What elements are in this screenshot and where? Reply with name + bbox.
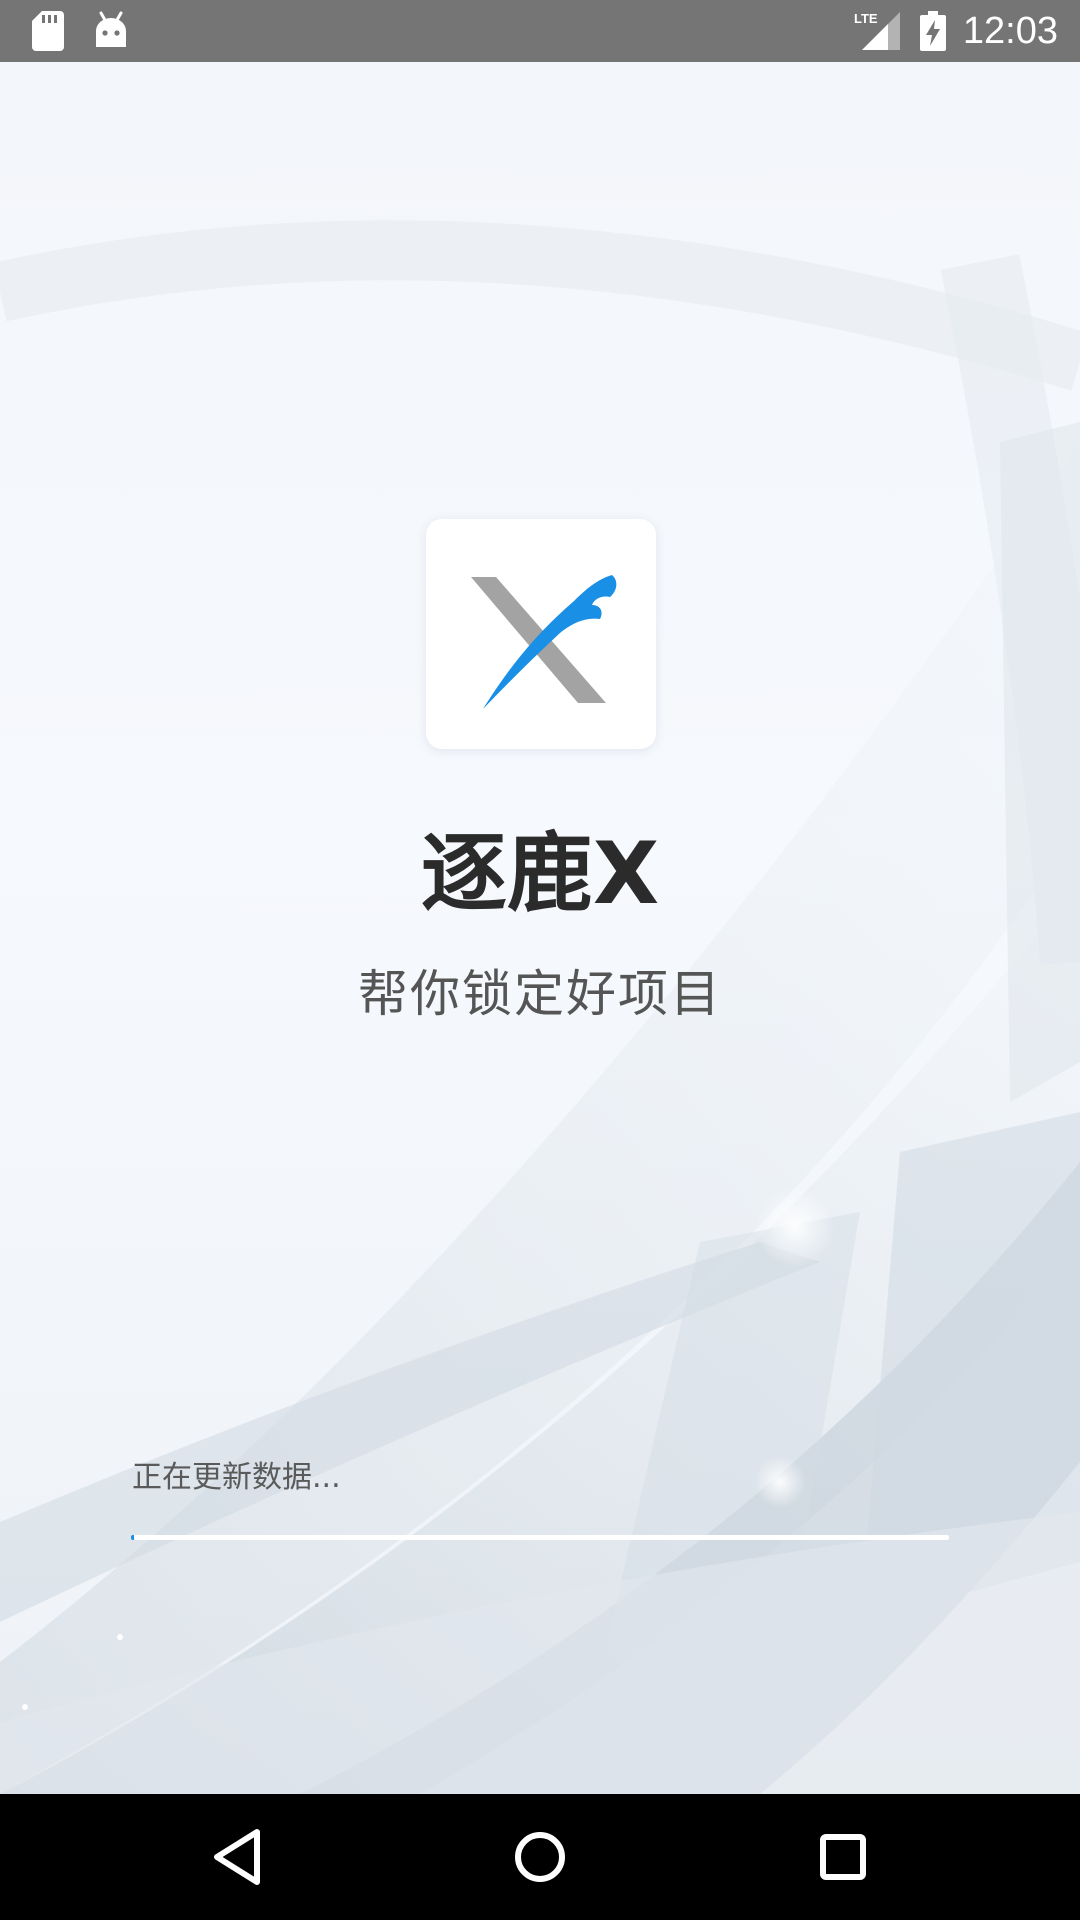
app-name: 逐鹿X — [420, 824, 660, 924]
battery-charging-icon — [920, 11, 946, 51]
loading-status-text: 正在更新数据... — [132, 1460, 341, 1495]
navigation-bar — [0, 1794, 1080, 1920]
sd-card-icon — [32, 11, 64, 51]
lte-label: LTE — [854, 11, 878, 26]
status-bar: LTE 12:03 — [0, 0, 1080, 62]
recents-icon[interactable] — [808, 1822, 878, 1892]
splash-screen: LTE 12:03 逐鹿X 帮你锁定好项目 正在更新数据... — [0, 0, 1080, 1920]
back-icon[interactable] — [203, 1822, 273, 1892]
home-icon[interactable] — [505, 1822, 575, 1892]
status-clock: 12:03 — [962, 10, 1058, 52]
app-slogan: 帮你锁定好项目 — [358, 965, 722, 1023]
lte-signal-icon: LTE — [854, 11, 900, 50]
loading-progress-fill — [131, 1535, 135, 1540]
zhulu-x-logo-icon — [471, 575, 617, 709]
splash-content: 逐鹿X 帮你锁定好项目 正在更新数据... — [0, 62, 1080, 1794]
app-logo — [426, 519, 656, 749]
loading-progress-bar — [131, 1535, 949, 1540]
android-debug-icon — [96, 11, 126, 47]
